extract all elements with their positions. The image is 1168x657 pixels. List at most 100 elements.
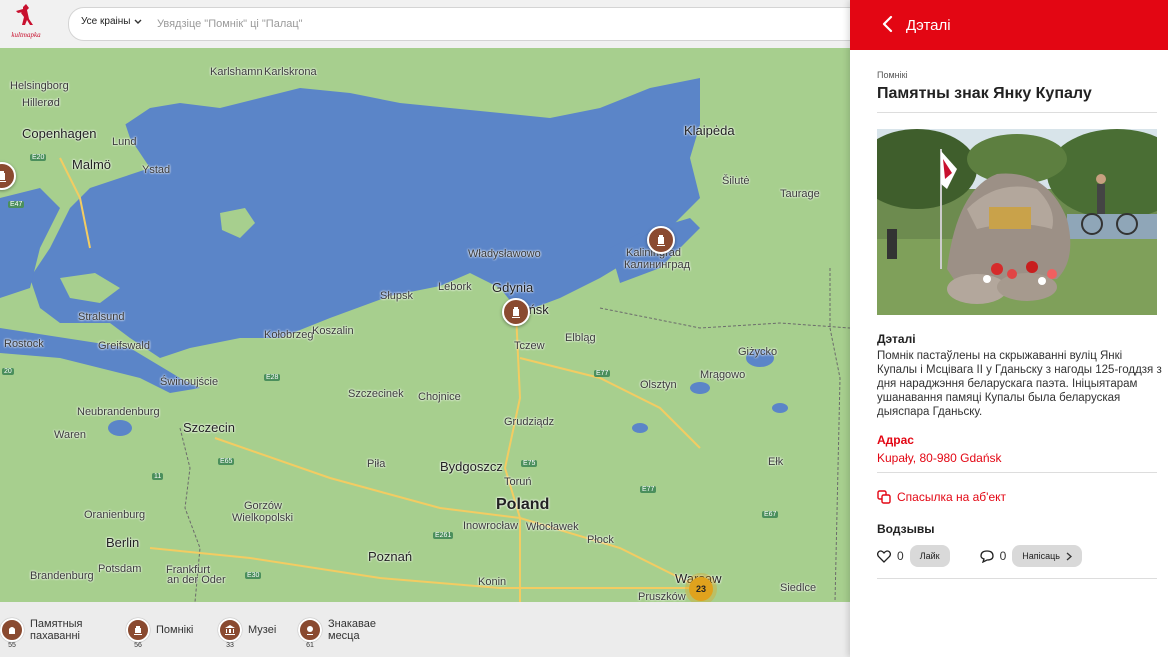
divider <box>877 112 1157 113</box>
legend-item-monuments[interactable]: 56 Помнікі <box>126 618 193 649</box>
like-button[interactable]: Лайк <box>909 545 950 567</box>
map-city-label: Giżycko <box>738 346 778 358</box>
object-link-label: Спасылка на аб'ект <box>897 490 1007 504</box>
like-button-label: Лайк <box>919 551 940 561</box>
likes-count: 0 <box>897 549 904 563</box>
chevron-down-icon <box>134 19 142 24</box>
legend-label: Музеі <box>248 624 277 636</box>
legend-item-landmarks[interactable]: 61 Знакавае месца <box>298 618 376 649</box>
map-country-label: Poland <box>496 496 550 513</box>
legend-count: 56 <box>134 642 142 649</box>
map-city-label: Rostock <box>4 338 44 350</box>
map-city-label: Kołobrzeg <box>264 329 314 341</box>
map-city-label: Karlshamn <box>210 66 263 78</box>
map-city-label: Olsztyn <box>640 379 677 391</box>
top-bar: kultmapka Усе краіны <box>0 0 870 49</box>
road-marker: E28 <box>264 374 281 381</box>
map-city-label: Włocławek <box>526 521 579 533</box>
back-arrow-icon[interactable] <box>878 14 898 34</box>
map-city-label: Stralsund <box>78 311 125 323</box>
map-city-label: Lebork <box>438 281 472 293</box>
details-panel: Дэталі Помнікі Памятны знак Янку Купалу <box>850 0 1168 657</box>
kultmapka-logo[interactable]: kultmapka <box>6 3 46 43</box>
map-city-label: Inowrocław <box>463 520 519 532</box>
map-city-label: Świnoujście <box>160 376 219 388</box>
road-marker: E75 <box>521 460 538 467</box>
legend-label: Знакавае месца <box>328 618 376 642</box>
panel-header: Дэталі <box>850 0 1168 50</box>
map-city-label: Klaipėda <box>684 123 735 138</box>
map-city-label: Wielkopolski <box>232 512 294 524</box>
map-city-label: Lund <box>112 136 137 148</box>
map-city-label: Калининград <box>624 259 691 271</box>
road-marker: 20 <box>2 368 14 375</box>
monument-pin[interactable] <box>647 226 675 254</box>
divider <box>877 472 1157 473</box>
review-actions: 0 Лайк 0 Напісаць <box>877 545 1082 567</box>
map-city-label: Poznań <box>368 549 413 564</box>
map-city-label: Koszalin <box>312 325 354 337</box>
comment-icon[interactable] <box>979 549 994 563</box>
map-city-label: Płock <box>587 534 614 546</box>
object-link[interactable]: Спасылка на аб'ект <box>877 490 1006 504</box>
map-city-label: Karlskrona <box>264 66 317 78</box>
panel-header-title: Дэталі <box>906 16 951 34</box>
map-city-label: Hillerød <box>22 97 60 109</box>
road-marker: E261 <box>433 532 454 539</box>
monument-icon: 56 <box>126 618 150 649</box>
map-city-label: Władysławowo <box>468 248 541 260</box>
country-select-label: Усе краіны <box>81 16 131 27</box>
map-city-label: Waren <box>54 429 86 441</box>
landmark-icon: 61 <box>298 618 322 649</box>
monument-icon <box>0 171 6 182</box>
pin-cluster[interactable]: 23 <box>689 577 713 601</box>
map-city-label: Malmö <box>72 157 112 172</box>
road-marker: E65 <box>218 458 235 465</box>
road-marker: 11 <box>152 473 164 480</box>
road-marker: E77 <box>594 370 611 377</box>
map-city-label: Mrągowo <box>700 369 746 381</box>
write-review-button[interactable]: Напісаць <box>1012 545 1082 567</box>
map-city-label: Szczecinek <box>348 388 404 400</box>
legend-count: 55 <box>8 642 16 649</box>
country-select[interactable]: Усе краіны <box>81 16 142 27</box>
map-city-label: Ystad <box>142 164 171 176</box>
map-city-label: Bydgoszcz <box>440 459 503 474</box>
map-city-label: Copenhagen <box>22 126 97 141</box>
svg-text:kultmapka: kultmapka <box>11 31 41 39</box>
map-city-label: Toruń <box>504 476 532 488</box>
map-city-label: Chojnice <box>418 391 461 403</box>
divider <box>877 578 1157 579</box>
map-city-label: Szczecin <box>183 420 236 435</box>
search-bar: Усе краіны <box>68 7 870 41</box>
map-view[interactable]: Helsingborg Hillerød Copenhagen Lund Mal… <box>0 48 850 602</box>
legend-count: 61 <box>306 642 314 649</box>
monument-icon <box>657 235 665 246</box>
search-input[interactable] <box>155 14 849 34</box>
heart-icon[interactable] <box>877 549 891 563</box>
address-title: Адрас <box>877 433 914 447</box>
map-city-label: Konin <box>478 576 507 588</box>
map-city-label: Słupsk <box>380 290 414 302</box>
object-category: Помнікі <box>877 70 908 80</box>
map-city-label: Grudziądz <box>504 416 555 428</box>
map-city-label: Oranienburg <box>84 509 146 521</box>
map-city-label: Brandenburg <box>30 570 94 582</box>
map-city-label: Helsingborg <box>10 80 69 92</box>
map-city-label: Piła <box>367 458 386 470</box>
map-city-label: Potsdam <box>98 563 142 575</box>
legend-item-graves[interactable]: 55 Памятныя пахаванні <box>0 618 92 649</box>
road-marker: E67 <box>762 511 779 518</box>
map-city-label: Taurage <box>780 188 820 200</box>
map-city-label: Šilutė <box>722 175 750 187</box>
map-city-label: Siedlce <box>780 582 817 594</box>
road-marker: E30 <box>245 572 262 579</box>
map-legend: 55 Памятныя пахаванні 56 Помнікі 33 Музе… <box>0 602 850 657</box>
object-photo[interactable] <box>877 129 1157 315</box>
legend-label: Памятныя пахаванні <box>30 618 83 642</box>
comments-count: 0 <box>999 549 1007 563</box>
map-city-label: Gdynia <box>492 280 534 295</box>
legend-item-museums[interactable]: 33 Музеі <box>218 618 277 649</box>
monument-pin-selected[interactable] <box>502 298 530 326</box>
address-link[interactable]: Kupały, 80-980 Gdańsk <box>877 451 1002 465</box>
